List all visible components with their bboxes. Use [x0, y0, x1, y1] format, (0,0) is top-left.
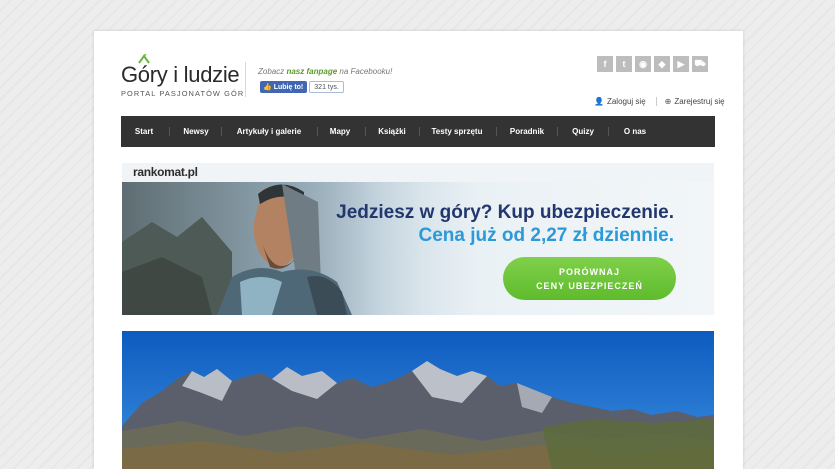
account-links: 👤 Zaloguj się ⊕ Zarejestruj się — [594, 97, 725, 106]
ad-cta-line2: CENY UBEZPIECZEŃ — [536, 280, 643, 291]
facebook-fanpage-link[interactable]: nasz fanpage — [286, 67, 337, 76]
nav-separator — [365, 127, 366, 136]
cart-icon[interactable]: ⛟ — [692, 56, 708, 72]
ad-cta-button[interactable]: PORÓWNAJ CENY UBEZPIECZEŃ — [503, 257, 676, 300]
logo-title: Góry i ludzie — [121, 62, 240, 87]
facebook-like-button[interactable]: 👍 Lubię to! — [260, 81, 308, 93]
nav-separator — [419, 127, 420, 136]
nav-item-start[interactable]: Start — [135, 116, 153, 147]
nav-separator — [317, 127, 318, 136]
nav-item-poradnik[interactable]: Poradnik — [510, 116, 544, 147]
facebook-promo-after: na Facebooku! — [339, 67, 393, 76]
page-container: Góry i ludzie PORTAL PASJONATÓW GÓR Zoba… — [94, 31, 743, 469]
nav-separator — [496, 127, 497, 136]
facebook-icon[interactable]: f — [597, 56, 613, 72]
nav-item-artykuly[interactable]: Artykuły i galerie — [237, 116, 301, 147]
header-divider — [245, 62, 246, 97]
facebook-promo-text: Zobacz nasz fanpage na Facebooku! — [258, 67, 392, 76]
register-link[interactable]: Zarejestruj się — [674, 97, 724, 106]
nav-item-ksiazki[interactable]: Książki — [378, 116, 406, 147]
ad-cta-line1: PORÓWNAJ — [558, 266, 620, 277]
nav-item-testy[interactable]: Testy sprzętu — [432, 116, 483, 147]
ad-headline: Jedziesz w góry? Kup ubezpieczenie. — [336, 202, 674, 223]
facebook-like-label: Lubię to! — [273, 83, 304, 91]
main-navigation: Start Newsy Artykuły i galerie Mapy Ksią… — [121, 116, 715, 147]
social-links: f t ◉ ◆ ▶ ⛟ — [597, 56, 708, 72]
nav-separator — [169, 127, 170, 136]
youtube-icon[interactable]: ▶ — [673, 56, 689, 72]
rss-icon[interactable]: ◉ — [635, 56, 651, 72]
site-logo[interactable]: Góry i ludzie PORTAL PASJONATÓW GÓR — [121, 54, 243, 99]
facebook-like-widget: 👍 Lubię to! 321 tys. — [260, 81, 344, 93]
user-icon: 👤 — [594, 97, 604, 106]
nav-item-o-nas[interactable]: O nas — [624, 116, 646, 147]
facebook-promo-before: Zobacz — [258, 67, 285, 76]
nav-separator — [557, 127, 558, 136]
nav-item-quizy[interactable]: Quizy — [572, 116, 594, 147]
account-separator — [655, 97, 657, 106]
login-link[interactable]: Zaloguj się — [607, 97, 646, 106]
nav-item-mapy[interactable]: Mapy — [330, 116, 350, 147]
nav-separator — [221, 127, 222, 136]
nav-item-newsy[interactable]: Newsy — [183, 116, 208, 147]
twitter-icon[interactable]: t — [616, 56, 632, 72]
ad-banner[interactable]: rankomat.pl Jedziesz w góry? Kup ubezpie… — [122, 163, 714, 315]
ad-subheadline: Cena już od 2,27 zł dziennie. — [418, 225, 675, 246]
logo-subtitle: PORTAL PASJONATÓW GÓR — [121, 89, 245, 98]
nav-separator — [608, 127, 609, 136]
thumbs-up-icon: 👍 — [263, 84, 272, 91]
hero-mountain-image[interactable] — [122, 331, 714, 469]
tag-icon[interactable]: ◆ — [654, 56, 670, 72]
ad-brand-logo: rankomat.pl — [133, 165, 198, 179]
ad-brand-bar: rankomat.pl — [122, 163, 714, 182]
facebook-like-count: 321 tys. — [309, 81, 344, 93]
plus-circle-icon: ⊕ — [664, 97, 672, 106]
